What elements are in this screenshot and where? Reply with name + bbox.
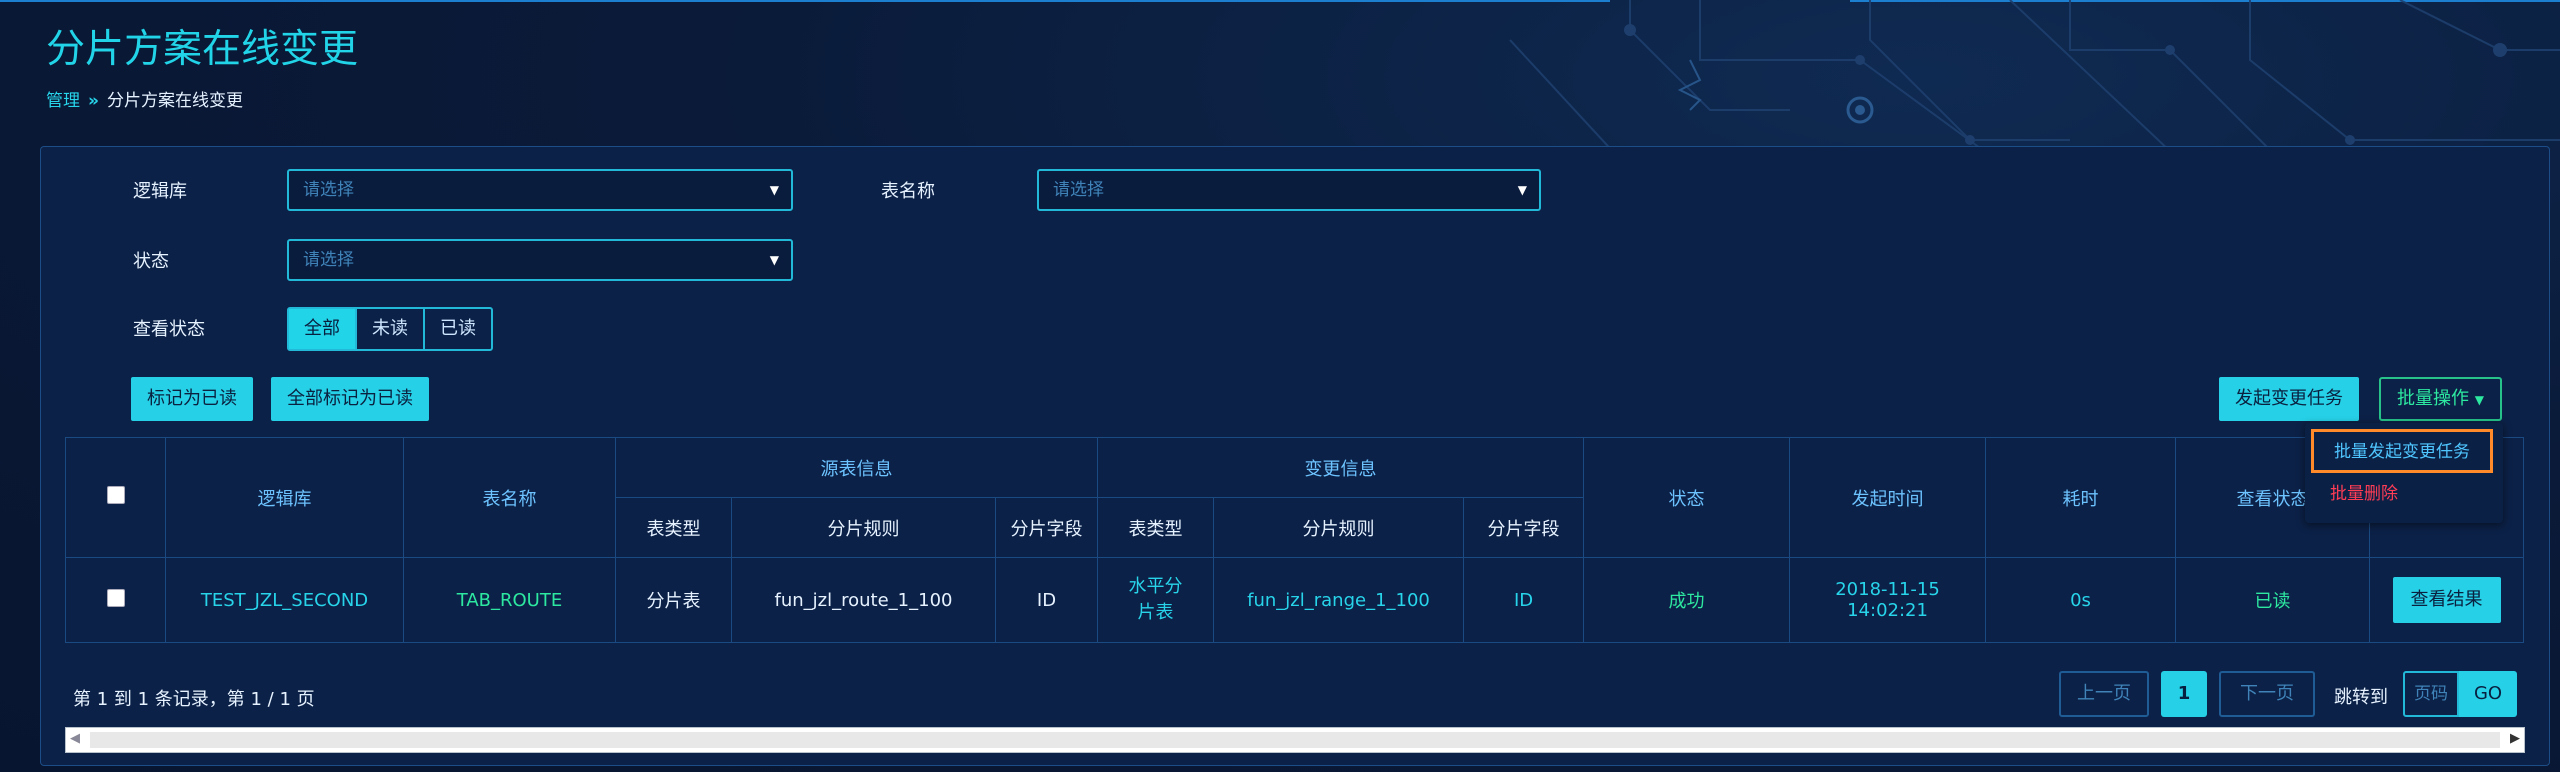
breadcrumb-separator: » bbox=[88, 91, 99, 111]
batch-start-tasks-item[interactable]: 批量发起变更任务 bbox=[2311, 429, 2493, 473]
header-select-all-cell bbox=[65, 437, 166, 558]
scroll-left-icon[interactable]: ◀ bbox=[70, 731, 80, 746]
main-panel: 逻辑库 请选择 ▼ 表名称 请选择 ▼ 状态 请选择 ▼ 查看状态 全部 未读 … bbox=[40, 146, 2550, 766]
header-start-time[interactable]: 发起时间 bbox=[1789, 437, 1987, 558]
cell-dst-field: ID bbox=[1463, 557, 1585, 643]
cell-status: 成功 bbox=[1583, 557, 1791, 643]
logic-db-select-placeholder: 请选择 bbox=[303, 180, 354, 200]
header-dst-shard-rule: 分片规则 bbox=[1213, 497, 1465, 558]
cell-logic-db: TEST_JZL_SECOND bbox=[165, 557, 404, 643]
page-number-input[interactable]: 页码 bbox=[2403, 671, 2459, 717]
select-all-checkbox[interactable] bbox=[106, 486, 125, 504]
pagination-summary: 第 1 到 1 条记录，第 1 / 1 页 bbox=[73, 689, 315, 710]
cell-start-time: 2018-11-15 14:02:21 bbox=[1789, 557, 1987, 643]
header-duration[interactable]: 耗时 bbox=[1985, 437, 2177, 558]
top-accent-line bbox=[0, 0, 1610, 2]
view-status-toggle: 全部 未读 已读 bbox=[287, 307, 493, 351]
cell-src-type: 分片表 bbox=[615, 557, 732, 643]
header-src-shard-rule: 分片规则 bbox=[731, 497, 996, 558]
cell-src-rule: fun_jzl_route_1_100 bbox=[731, 557, 996, 643]
page-title: 分片方案在线变更 bbox=[46, 27, 359, 72]
table-name-select-placeholder: 请选择 bbox=[1053, 180, 1104, 200]
table-name-label: 表名称 bbox=[881, 181, 935, 202]
cell-dst-rule: fun_jzl_range_1_100 bbox=[1213, 557, 1465, 643]
logic-db-label: 逻辑库 bbox=[133, 181, 187, 202]
cell-start-date: 2018-11-15 bbox=[1835, 579, 1940, 600]
chevron-down-icon: ▼ bbox=[769, 253, 779, 267]
go-button[interactable]: GO bbox=[2459, 671, 2517, 717]
chevron-down-icon: ▼ bbox=[769, 183, 779, 197]
header-source-info: 源表信息 bbox=[614, 437, 1099, 498]
start-change-task-button[interactable]: 发起变更任务 bbox=[2219, 377, 2359, 421]
view-status-read[interactable]: 已读 bbox=[425, 309, 491, 349]
cell-dst-type-text: 水平分片表 bbox=[1128, 576, 1183, 623]
table-header-row: 逻辑库 表名称 源表信息 变更信息 状态 发起时间 耗时 查看状态 bbox=[65, 437, 2525, 558]
batch-delete-item[interactable]: 批量删除 bbox=[2330, 479, 2398, 509]
view-status-unread[interactable]: 未读 bbox=[357, 309, 425, 349]
page-1-button[interactable]: 1 bbox=[2161, 671, 2207, 717]
cell-table-name: TAB_ROUTE bbox=[403, 557, 616, 643]
breadcrumb-current: 分片方案在线变更 bbox=[106, 91, 243, 111]
batch-operations-button[interactable]: 批量操作 ▼ bbox=[2379, 377, 2502, 421]
scroll-right-icon[interactable]: ▶ bbox=[2510, 731, 2520, 746]
breadcrumb-parent-link[interactable]: 管理 bbox=[46, 91, 80, 111]
header-dst-table-type: 表类型 bbox=[1097, 497, 1215, 558]
status-label: 状态 bbox=[133, 251, 169, 272]
row-checkbox[interactable] bbox=[106, 588, 125, 607]
header-src-shard-field: 分片字段 bbox=[994, 497, 1099, 558]
change-task-table: 逻辑库 表名称 源表信息 变更信息 状态 发起时间 耗时 查看状态 表类型 分片… bbox=[65, 437, 2525, 643]
header-status[interactable]: 状态 bbox=[1583, 437, 1791, 558]
row-select-cell bbox=[65, 557, 166, 643]
logic-db-select[interactable]: 请选择 ▼ bbox=[287, 169, 793, 211]
mark-all-read-button[interactable]: 全部标记为已读 bbox=[271, 377, 429, 421]
header-dst-shard-field: 分片字段 bbox=[1463, 497, 1585, 558]
header-table-name[interactable]: 表名称 bbox=[403, 437, 616, 558]
circuit-decoration bbox=[1509, 0, 2560, 170]
status-select-placeholder: 请选择 bbox=[303, 250, 354, 270]
horizontal-scrollbar[interactable]: ◀ ▶ bbox=[65, 727, 2525, 753]
table-name-select[interactable]: 请选择 ▼ bbox=[1037, 169, 1541, 211]
mark-read-button[interactable]: 标记为已读 bbox=[131, 377, 253, 421]
scrollbar-track[interactable] bbox=[90, 732, 2500, 748]
next-page-button[interactable]: 下一页 bbox=[2219, 671, 2315, 717]
view-result-button[interactable]: 查看结果 bbox=[2392, 577, 2501, 623]
table-row: TEST_JZL_SECOND TAB_ROUTE 分片表 fun_jzl_ro… bbox=[65, 557, 2525, 643]
batch-operations-menu: 批量发起变更任务 批量删除 bbox=[2305, 423, 2503, 523]
view-status-all[interactable]: 全部 bbox=[289, 309, 357, 349]
header-change-info: 变更信息 bbox=[1097, 437, 1585, 498]
caret-down-icon: ▼ bbox=[2474, 393, 2484, 407]
jump-to-label: 跳转到 bbox=[2334, 687, 2388, 708]
chevron-down-icon: ▼ bbox=[1517, 183, 1527, 197]
cell-src-field: ID bbox=[994, 557, 1099, 643]
cell-action: 查看结果 bbox=[2369, 557, 2525, 643]
cell-dst-type: 水平分片表 bbox=[1097, 557, 1215, 643]
cell-start-clock: 14:02:21 bbox=[1847, 600, 1928, 621]
batch-operations-label: 批量操作 bbox=[2397, 388, 2469, 409]
header-src-table-type: 表类型 bbox=[615, 497, 732, 558]
breadcrumb: 管理 » 分片方案在线变更 bbox=[46, 86, 243, 111]
header-logic-db[interactable]: 逻辑库 bbox=[165, 437, 404, 558]
cell-duration: 0s bbox=[1985, 557, 2177, 643]
prev-page-button[interactable]: 上一页 bbox=[2059, 671, 2149, 717]
view-status-label: 查看状态 bbox=[133, 319, 205, 340]
cell-view-status: 已读 bbox=[2175, 557, 2371, 643]
status-select[interactable]: 请选择 ▼ bbox=[287, 239, 793, 281]
